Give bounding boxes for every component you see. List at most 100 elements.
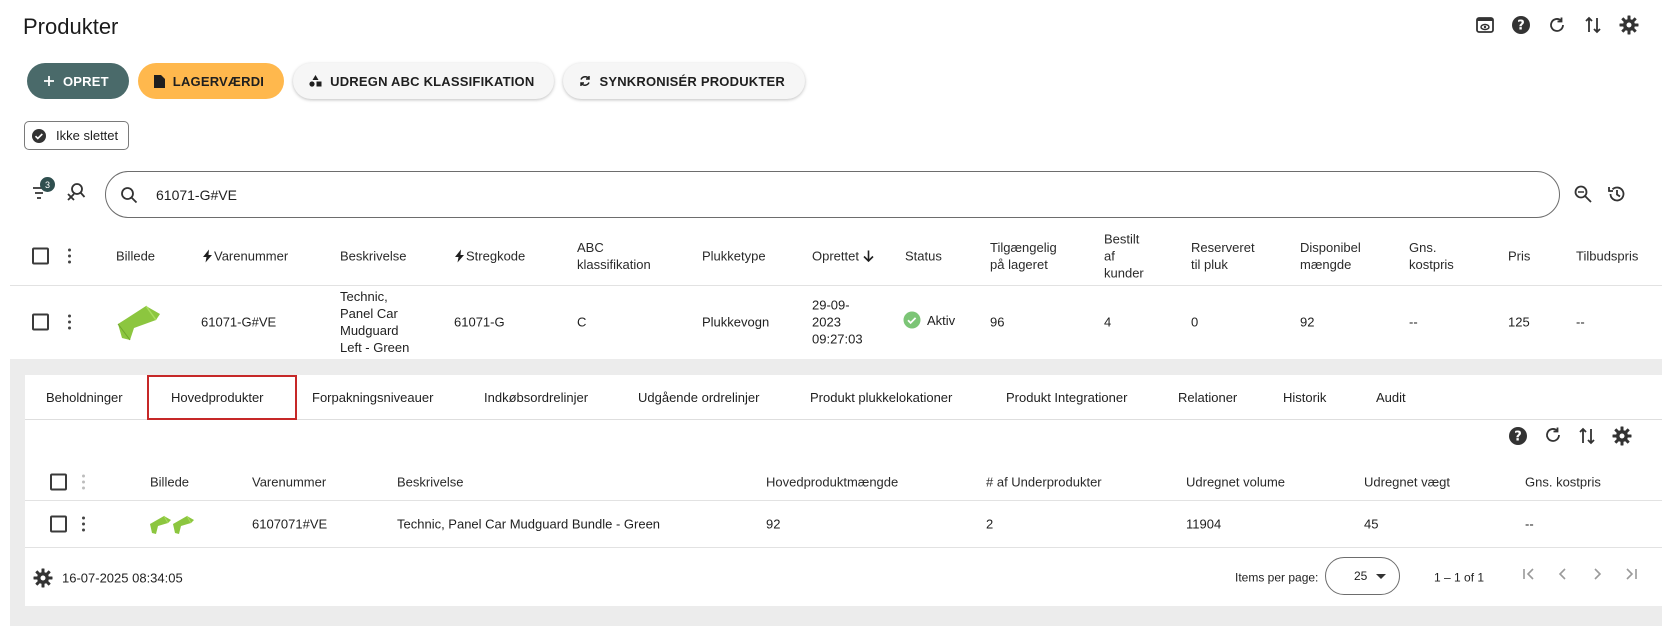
- not-deleted-filter-chip[interactable]: Ikke slettet: [24, 121, 130, 150]
- col-pick-type: Plukketype: [702, 248, 766, 263]
- footer-settings-icon[interactable]: [33, 568, 53, 588]
- col-item-number[interactable]: Varenummer: [203, 247, 288, 264]
- sub-row-description: Technic, Panel Car Mudguard Bundle - Gre…: [397, 516, 661, 532]
- table-row[interactable]: 61071-G#VE Technic, Panel Car Mudguard Left…: [10, 286, 1662, 358]
- sub-product-image: [149, 512, 197, 536]
- pagination-nav: [1522, 567, 1638, 581]
- col-reserved: Reserveret til pluk: [1191, 239, 1255, 272]
- search-history-icon[interactable]: [1607, 184, 1627, 204]
- first-page-icon[interactable]: [1522, 567, 1536, 581]
- help-icon[interactable]: ?: [1510, 14, 1532, 36]
- col-barcode[interactable]: Stregkode: [455, 247, 525, 264]
- tab-relations[interactable]: Relationer: [1178, 375, 1237, 420]
- col-created-label: Oprettet: [812, 248, 859, 263]
- col-offer-price: Tilbudspris: [1576, 248, 1639, 263]
- svg-text:?: ?: [1517, 19, 1525, 34]
- sort-icon[interactable]: [1582, 14, 1604, 36]
- search-tools: [1573, 184, 1627, 204]
- row-item-number: 61071-G#VE: [201, 314, 277, 330]
- sub-col-weight: Udregnet vægt: [1364, 474, 1450, 489]
- sub-row-volume: 11904: [1186, 516, 1222, 532]
- search-bar: [105, 171, 1560, 218]
- tab-pick-locations[interactable]: Produkt plukkelokationer: [810, 375, 952, 420]
- sub-help-icon[interactable]: ?: [1508, 426, 1528, 446]
- sub-refresh-icon[interactable]: [1544, 426, 1562, 446]
- col-image: Billede: [116, 248, 156, 263]
- sub-select-all-checkbox[interactable]: [50, 473, 67, 490]
- next-page-icon[interactable]: [1590, 567, 1604, 581]
- tab-integrations[interactable]: Produkt Integrationer: [1006, 375, 1127, 420]
- create-button[interactable]: OPRET: [27, 63, 129, 99]
- preview-icon[interactable]: [1474, 14, 1496, 36]
- sub-table-header-row: Billede Varenummer Beskrivelse Hovedprod…: [25, 463, 1662, 501]
- abc-classification-button[interactable]: UDREGN ABC KLASSIFIKATION: [293, 63, 555, 99]
- row-ordered: 4: [1104, 314, 1112, 330]
- sub-settings-icon[interactable]: [1612, 426, 1632, 446]
- search-icon: [120, 186, 138, 204]
- sub-row-menu-icon[interactable]: [78, 516, 88, 532]
- detail-card: Beholdninger Hovedprodukter Forpakningsn…: [25, 375, 1662, 606]
- sub-row-weight: 45: [1364, 516, 1379, 532]
- row-abc: C: [577, 314, 587, 330]
- tab-history[interactable]: Historik: [1283, 375, 1326, 420]
- sub-header-menu-icon: [78, 474, 88, 489]
- table-row[interactable]: 6107071#VE Technic, Panel Car Mudguard B…: [25, 501, 1662, 548]
- row-offer-price: --: [1576, 314, 1585, 330]
- row-barcode: 61071-G: [454, 314, 505, 330]
- sub-sort-icon[interactable]: [1578, 426, 1596, 446]
- sub-col-avg-cost: Gns. kostpris: [1525, 474, 1601, 489]
- row-menu-icon[interactable]: [64, 314, 74, 330]
- col-status: Status: [905, 248, 942, 263]
- clear-search-icon[interactable]: [66, 182, 86, 202]
- status-label: Aktiv: [927, 312, 956, 328]
- caret-down-icon: [1376, 573, 1386, 579]
- select-all-checkbox[interactable]: [32, 247, 49, 264]
- tab-main-products[interactable]: Hovedprodukter: [147, 375, 297, 420]
- filter-list-icon[interactable]: 3: [32, 177, 55, 203]
- tab-purchase-order-lines[interactable]: Indkøbsordrelinjer: [484, 375, 588, 420]
- tab-holdings[interactable]: Beholdninger: [46, 375, 123, 420]
- active-status-icon: [903, 311, 921, 329]
- tab-audit[interactable]: Audit: [1376, 375, 1406, 420]
- abc-classification-button-label: UDREGN ABC KLASSIFIKATION: [330, 73, 535, 89]
- sync-icon: [579, 75, 591, 87]
- sub-row-checkbox[interactable]: [50, 515, 67, 533]
- shapes-icon: [309, 75, 322, 87]
- items-per-page-label: Items per page:: [1235, 570, 1319, 584]
- refresh-icon[interactable]: [1546, 14, 1568, 36]
- sub-toolbar: ?: [1508, 426, 1632, 446]
- stock-value-button-label: LAGERVÆRDI: [172, 73, 265, 89]
- sub-col-item-number: Varenummer: [252, 474, 327, 489]
- footer-timestamp: 16-07-2025 08:34:05: [62, 570, 183, 585]
- plus-icon: [43, 75, 55, 87]
- filter-tools: 3: [32, 177, 86, 203]
- product-detail-panel: Beholdninger Hovedprodukter Forpakningsn…: [10, 359, 1662, 626]
- sub-col-image: Billede: [150, 474, 190, 489]
- settings-icon[interactable]: [1618, 14, 1640, 36]
- row-checkbox[interactable]: [32, 313, 49, 331]
- search-input[interactable]: [154, 185, 1354, 204]
- advanced-search-icon[interactable]: [1573, 184, 1593, 204]
- prev-page-icon[interactable]: [1556, 567, 1570, 581]
- last-page-icon[interactable]: [1624, 567, 1638, 581]
- sub-col-volume: Udregnet volume: [1186, 474, 1285, 489]
- items-per-page-select[interactable]: 25: [1325, 557, 1400, 595]
- row-pick-type: Plukkevogn: [702, 314, 770, 330]
- sub-col-sub-count: # af Underprodukter: [986, 474, 1102, 489]
- product-image: [116, 302, 162, 342]
- items-per-page-value: 25: [1354, 569, 1368, 583]
- table-footer: 16-07-2025 08:34:05 Items per page: 25 1…: [25, 549, 1662, 606]
- svg-text:?: ?: [1514, 430, 1522, 445]
- col-available: Tilgængelig på lageret: [990, 239, 1057, 272]
- row-reserved: 0: [1191, 314, 1199, 330]
- stock-value-button[interactable]: LAGERVÆRDI: [137, 63, 285, 99]
- sync-products-button[interactable]: SYNKRONISÉR PRODUKTER: [563, 63, 805, 99]
- col-description: Beskrivelse: [340, 248, 407, 263]
- col-price: Pris: [1508, 248, 1531, 263]
- row-status: Aktiv: [903, 311, 955, 333]
- tab-packaging-levels[interactable]: Forpakningsniveauer: [312, 375, 433, 420]
- document-icon: [153, 74, 165, 88]
- tab-outgoing-order-lines[interactable]: Udgående ordrelinjer: [638, 375, 759, 420]
- col-created[interactable]: Oprettet: [812, 247, 874, 264]
- header-menu-icon[interactable]: [64, 248, 74, 263]
